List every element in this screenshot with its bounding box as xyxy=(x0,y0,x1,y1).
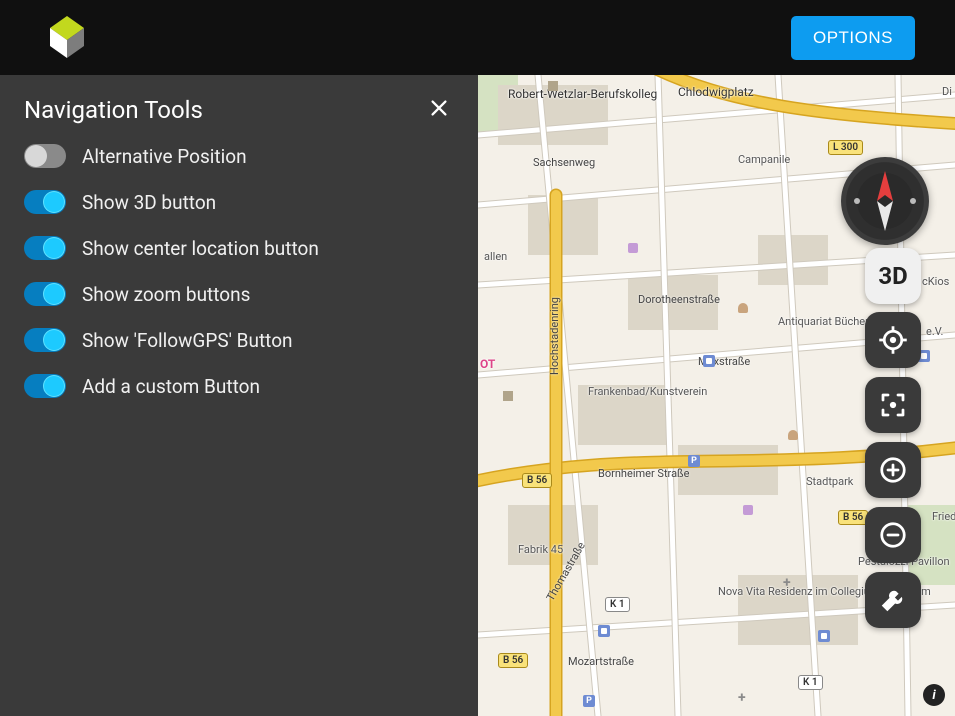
toggle-show-center[interactable] xyxy=(24,236,66,260)
close-icon xyxy=(428,97,450,119)
crosshair-icon xyxy=(878,325,908,355)
cafe-icon xyxy=(788,430,798,440)
toggle-row-show-zoom: Show zoom buttons xyxy=(24,282,454,306)
toggle-label: Show center location button xyxy=(82,237,319,260)
map-label: allen xyxy=(484,250,507,263)
map-label: Di xyxy=(942,85,952,98)
parking-icon: P xyxy=(583,695,595,707)
toggle-alternative-position[interactable] xyxy=(24,144,66,168)
toggle-row-show-3d: Show 3D button xyxy=(24,190,454,214)
map-zoom-out-button[interactable] xyxy=(865,507,921,563)
map-label: Antiquariat Bücheretage xyxy=(778,315,868,328)
app-logo xyxy=(40,14,94,62)
poi-icon xyxy=(503,391,513,401)
zoom-out-icon xyxy=(878,520,908,550)
street-label: Hochstadenring xyxy=(548,297,561,375)
street-label: Sachsenweg xyxy=(533,156,595,169)
shop-icon xyxy=(628,243,638,253)
options-button[interactable]: OPTIONS xyxy=(791,16,915,60)
map-label: Chlodwigplatz xyxy=(678,85,754,99)
route-shield: B 56 xyxy=(522,473,552,488)
toggle-show-3d[interactable] xyxy=(24,190,66,214)
route-shield: K 1 xyxy=(605,597,630,612)
map-label: cKios xyxy=(922,275,949,288)
toggle-label: Alternative Position xyxy=(82,145,247,168)
route-shield: B 56 xyxy=(838,510,868,525)
toggle-label: Show 3D button xyxy=(82,191,216,214)
street-label: Mozartstraße xyxy=(568,655,634,668)
map-zoom-in-button[interactable] xyxy=(865,442,921,498)
wrench-icon xyxy=(878,585,908,615)
focus-icon xyxy=(878,390,908,420)
street-label: Dorotheenstraße xyxy=(638,293,720,306)
toggle-row-alternative-position: Alternative Position xyxy=(24,144,454,168)
map-info-button[interactable]: i xyxy=(923,684,945,706)
toggle-show-zoom[interactable] xyxy=(24,282,66,306)
app-header: OPTIONS xyxy=(0,0,955,75)
map-label: Robert-Wetzlar-Berufskolleg xyxy=(508,87,657,101)
map-label: Frankenbad/Kunstverein xyxy=(588,385,678,398)
map-label: Fried xyxy=(932,510,955,523)
plus-icon: + xyxy=(783,575,791,591)
compass-control[interactable] xyxy=(841,157,929,245)
route-shield: K 1 xyxy=(798,675,823,690)
toggle-label: Add a custom Button xyxy=(82,375,260,398)
sidebar-panel: Navigation Tools Alternative Position Sh… xyxy=(0,75,478,716)
shop-icon xyxy=(743,505,753,515)
map-label: Campanile xyxy=(738,153,790,166)
map-3d-button[interactable]: 3D xyxy=(865,248,921,304)
route-shield: B 56 xyxy=(498,653,528,668)
toggle-add-custom[interactable] xyxy=(24,374,66,398)
street-label: Bornheimer Straße xyxy=(598,467,689,480)
bus-stop-icon xyxy=(598,625,610,637)
map-label: Fabrik 45 xyxy=(518,543,563,556)
map-follow-gps-button[interactable] xyxy=(865,377,921,433)
bus-stop-icon xyxy=(818,630,830,642)
plus-icon: + xyxy=(738,690,746,706)
close-button[interactable] xyxy=(424,93,454,126)
map-viewport[interactable]: Robert-Wetzlar-Berufskolleg Chlodwigplat… xyxy=(478,75,955,716)
zoom-in-icon xyxy=(878,455,908,485)
map-label: OT xyxy=(480,357,495,371)
toggle-label: Show zoom buttons xyxy=(82,283,250,306)
compass-icon xyxy=(847,163,923,239)
toggle-show-followgps[interactable] xyxy=(24,328,66,352)
map-center-location-button[interactable] xyxy=(865,312,921,368)
map-label: Stadtpark xyxy=(806,475,853,488)
toggle-row-show-followgps: Show 'FollowGPS' Button xyxy=(24,328,454,352)
parking-icon: P xyxy=(688,455,700,467)
poi-icon xyxy=(548,81,558,91)
map-label: e.V. xyxy=(926,325,943,338)
map-custom-button[interactable] xyxy=(865,572,921,628)
route-shield: L 300 xyxy=(828,140,863,155)
toggle-row-add-custom: Add a custom Button xyxy=(24,374,454,398)
toggle-row-show-center: Show center location button xyxy=(24,236,454,260)
bus-stop-icon xyxy=(703,355,715,367)
sidebar-title: Navigation Tools xyxy=(24,96,203,124)
cafe-icon xyxy=(738,303,748,313)
toggle-label: Show 'FollowGPS' Button xyxy=(82,329,293,352)
